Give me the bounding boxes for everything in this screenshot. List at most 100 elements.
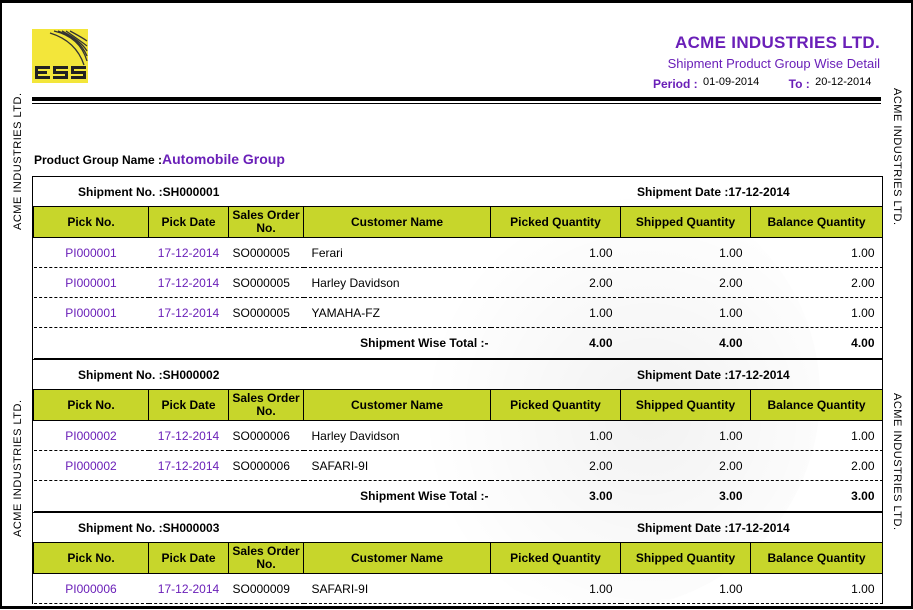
- period-label: Period :: [653, 77, 698, 91]
- pick-date-cell: 17-12-2014: [148, 420, 229, 451]
- shipped-qty-header: Shipped Quantity: [620, 389, 751, 421]
- pick-date-cell: 17-12-2014: [148, 573, 229, 604]
- pick-no-header: Pick No.: [33, 389, 149, 421]
- picked-qty-total: 4.00: [490, 327, 621, 359]
- company-name: ACME INDUSTRIES LTD.: [675, 33, 880, 52]
- sales-order-cell: SO000006: [228, 450, 304, 481]
- shipment-table: Pick No. Pick Date Sales Order No. Customer…: [33, 206, 883, 359]
- table-header-row: Pick No. Pick Date Sales Order No. Customer…: [33, 206, 883, 238]
- picked-qty-cell: 1.00: [490, 237, 621, 268]
- shipment-header: Shipment No. :SH000001 Shipment Date :17-…: [33, 176, 882, 206]
- sales-order-cell: SO000005: [228, 297, 304, 328]
- table-header-row: Pick No. Pick Date Sales Order No. Customer…: [33, 389, 883, 421]
- header-rule-thin: [32, 103, 881, 104]
- sales-order-header: Sales Order No.: [228, 206, 304, 238]
- pick-no-header: Pick No.: [33, 206, 149, 238]
- balance-qty-cell: 1.00: [750, 420, 883, 451]
- table-row: PI000006 17-12-2014 SO000009 SAFARI-9I 1.00 1…: [33, 573, 883, 604]
- page-border-left: [0, 0, 2, 609]
- company-logo: [32, 29, 88, 83]
- table-row: PI000001 17-12-2014 SO000005 Harley Davidso…: [33, 267, 883, 298]
- shipment-number: Shipment No. :SH000002: [78, 368, 220, 382]
- shipped-qty-cell: 1.00: [620, 573, 751, 604]
- shipment-header: Shipment No. :SH000002 Shipment Date :17-…: [33, 359, 882, 389]
- balance-qty-total: 4.00: [750, 327, 883, 359]
- picked-qty-cell: 1.00: [490, 573, 621, 604]
- picked-qty-cell: 1.00: [490, 297, 621, 328]
- shipment-number: Shipment No. :SH000001: [78, 185, 220, 199]
- picked-qty-cell: 2.00: [490, 267, 621, 298]
- header-rule-thick: [32, 97, 881, 101]
- shipped-qty-cell: 2.00: [620, 267, 751, 298]
- pick-date-cell: 17-12-2014: [148, 267, 229, 298]
- shipped-qty-cell: 1.00: [620, 237, 751, 268]
- shipment-total-row: Shipment Wise Total :- 3.00 3.00 3.00: [33, 480, 883, 512]
- customer-name-cell: SAFARI-9I: [303, 450, 491, 481]
- shipment-date: Shipment Date :17-12-2014: [637, 185, 790, 199]
- shipped-qty-cell: 2.00: [620, 450, 751, 481]
- table-row: PI000001 17-12-2014 SO000005 YAMAHA-FZ 1.00 1…: [33, 297, 883, 328]
- sales-order-cell: SO000005: [228, 267, 304, 298]
- side-label-right-bottom: ACME INDUSTRIES LTD.: [891, 393, 903, 531]
- period-to-value: 20-12-2014: [815, 76, 872, 88]
- customer-name-header: Customer Name: [303, 542, 491, 574]
- pick-no-header: Pick No.: [33, 542, 149, 574]
- balance-qty-cell: 2.00: [750, 450, 883, 481]
- shipped-qty-header: Shipped Quantity: [620, 542, 751, 574]
- shipment-table: Pick No. Pick Date Sales Order No. Customer…: [33, 542, 883, 604]
- customer-name-cell: Harley Davidson: [303, 267, 491, 298]
- pick-date-header: Pick Date: [148, 389, 229, 421]
- shipment-number: Shipment No. :SH000003: [78, 521, 220, 535]
- balance-qty-cell: 1.00: [750, 237, 883, 268]
- product-group-heading: Product Group Name :Automobile Group: [34, 151, 285, 167]
- shipment-date: Shipment Date :17-12-2014: [637, 368, 790, 382]
- picked-qty-header: Picked Quantity: [490, 542, 621, 574]
- customer-name-header: Customer Name: [303, 389, 491, 421]
- shipment-report: Shipment No. :SH000001 Shipment Date :17-…: [32, 176, 883, 604]
- balance-qty-header: Balance Quantity: [750, 542, 883, 574]
- shipped-qty-cell: 1.00: [620, 420, 751, 451]
- balance-qty-total: 3.00: [750, 480, 883, 512]
- sales-order-cell: SO000005: [228, 237, 304, 268]
- shipped-qty-total: 3.00: [620, 480, 751, 512]
- pick-no-cell: PI000002: [33, 450, 149, 481]
- pick-date-header: Pick Date: [148, 206, 229, 238]
- product-group-value: Automobile Group: [162, 151, 285, 167]
- shipped-qty-total: 4.00: [620, 327, 751, 359]
- picked-qty-cell: 2.00: [490, 450, 621, 481]
- picked-qty-header: Picked Quantity: [490, 206, 621, 238]
- table-row: PI000001 17-12-2014 SO000005 Ferari 1.00 1.00…: [33, 237, 883, 268]
- shipment-total-row: Shipment Wise Total :- 4.00 4.00 4.00: [33, 327, 883, 359]
- customer-name-cell: YAMAHA-FZ: [303, 297, 491, 328]
- product-group-label: Product Group Name :: [34, 153, 163, 167]
- balance-qty-header: Balance Quantity: [750, 389, 883, 421]
- picked-qty-header: Picked Quantity: [490, 389, 621, 421]
- customer-name-cell: Harley Davidson: [303, 420, 491, 451]
- balance-qty-cell: 2.00: [750, 267, 883, 298]
- shipment-date: Shipment Date :17-12-2014: [637, 521, 790, 535]
- page-border-top: [0, 0, 913, 3]
- side-label-right-top: ACME INDUSTRIES LTD.: [891, 88, 903, 226]
- picked-qty-total: 3.00: [490, 480, 621, 512]
- table-row: PI000002 17-12-2014 SO000006 SAFARI-9I 2.00 2…: [33, 450, 883, 481]
- pick-no-cell: PI000006: [33, 573, 149, 604]
- customer-name-cell: SAFARI-9I: [303, 573, 491, 604]
- pick-date-header: Pick Date: [148, 542, 229, 574]
- balance-qty-header: Balance Quantity: [750, 206, 883, 238]
- report-title: Shipment Product Group Wise Detail: [667, 56, 880, 71]
- shipment-header: Shipment No. :SH000003 Shipment Date :17-…: [33, 512, 882, 542]
- picked-qty-cell: 1.00: [490, 420, 621, 451]
- to-label: To :: [788, 77, 810, 91]
- pick-no-cell: PI000001: [33, 237, 149, 268]
- sales-order-header: Sales Order No.: [228, 389, 304, 421]
- balance-qty-cell: 1.00: [750, 573, 883, 604]
- period-from-value: 01-09-2014: [703, 76, 760, 88]
- table-row: PI000002 17-12-2014 SO000006 Harley Davidso…: [33, 420, 883, 451]
- table-header-row: Pick No. Pick Date Sales Order No. Customer…: [33, 542, 883, 574]
- shipment-total-label: Shipment Wise Total :-: [33, 480, 491, 512]
- shipment-table: Pick No. Pick Date Sales Order No. Customer…: [33, 389, 883, 512]
- pick-date-cell: 17-12-2014: [148, 297, 229, 328]
- pick-date-cell: 17-12-2014: [148, 450, 229, 481]
- pick-no-cell: PI000002: [33, 420, 149, 451]
- sales-order-cell: SO000009: [228, 573, 304, 604]
